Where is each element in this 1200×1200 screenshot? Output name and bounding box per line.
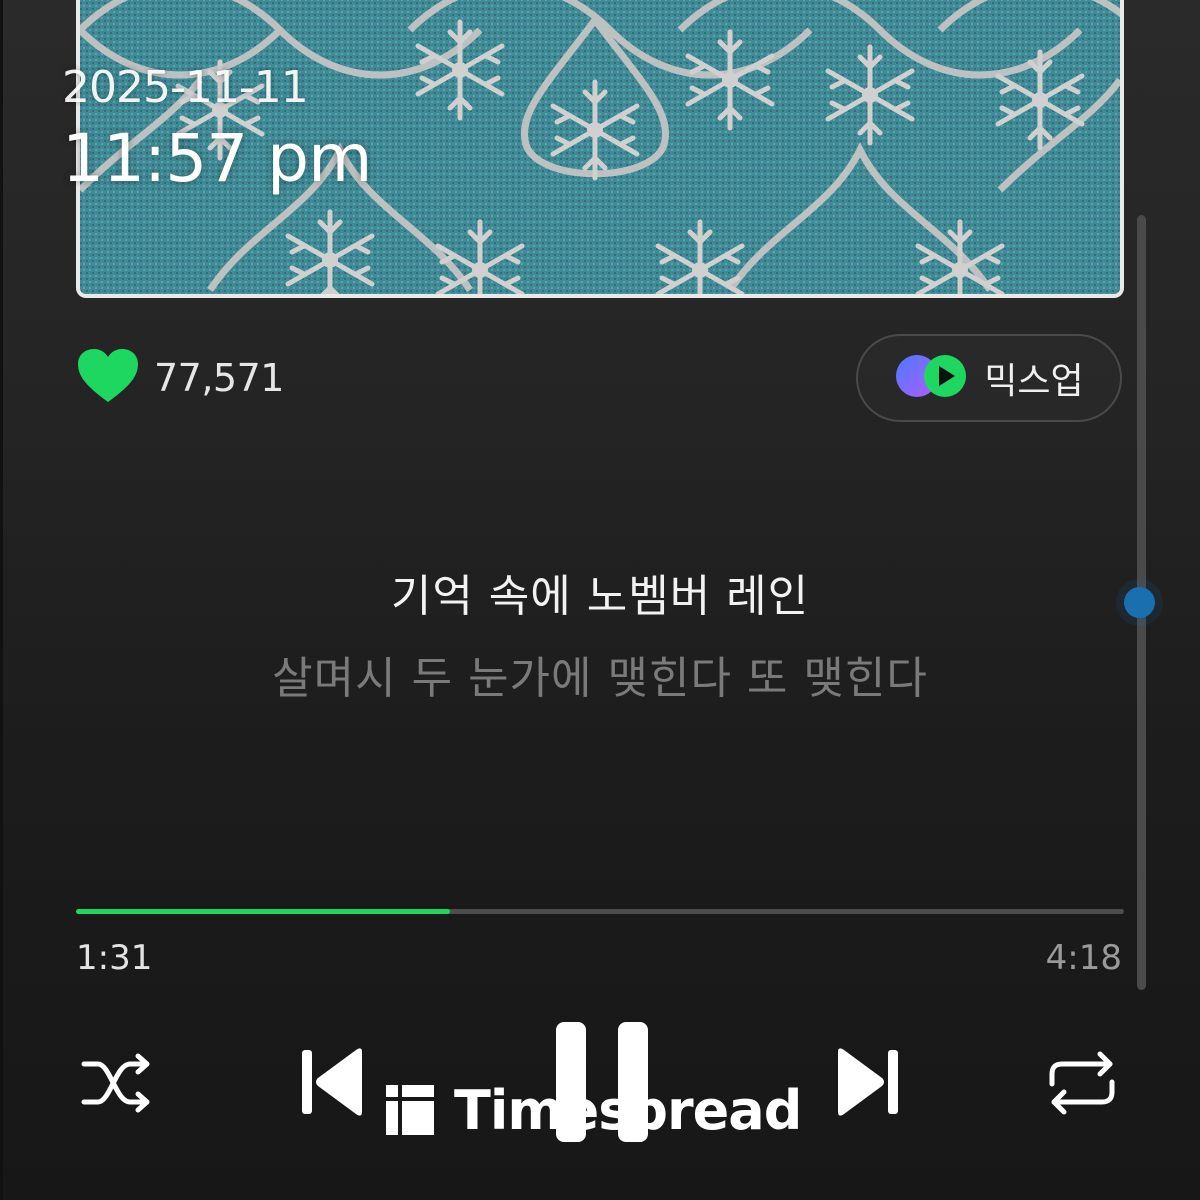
heart-icon[interactable] — [76, 348, 140, 408]
progress-bar[interactable] — [76, 909, 1124, 914]
overlay-date: 2025-11-11 — [62, 62, 309, 113]
mixup-button[interactable]: 믹스업 — [856, 334, 1122, 422]
overlay-time: 11:57 pm — [62, 120, 372, 197]
lyric-next-line[interactable]: 살며시 두 눈가에 맺힌다 또 맺힌다 — [0, 642, 1200, 706]
shuffle-icon — [81, 1053, 150, 1113]
like-row: 77,571 — [76, 348, 284, 408]
scrollbar-thumb[interactable] — [1124, 587, 1155, 618]
timespread-logo-icon — [386, 1085, 434, 1135]
repeat-button[interactable] — [1046, 1050, 1118, 1116]
watermark-text: Timespread — [454, 1078, 802, 1142]
shuffle-button[interactable] — [80, 1050, 154, 1116]
skip-previous-icon — [302, 1048, 362, 1116]
skip-next-icon — [838, 1048, 898, 1116]
previous-button[interactable] — [298, 1044, 368, 1120]
like-count: 77,571 — [154, 356, 284, 400]
mixup-icon — [894, 353, 970, 403]
lyric-current-line[interactable]: 기억 속에 노벰버 레인 — [0, 560, 1200, 624]
next-button[interactable] — [832, 1044, 902, 1120]
repeat-icon — [1049, 1051, 1115, 1115]
progress-fill — [76, 909, 451, 914]
time-elapsed: 1:31 — [76, 938, 153, 978]
mixup-label: 믹스업 — [984, 361, 1084, 402]
time-total: 4:18 — [1045, 938, 1122, 978]
watermark: Timespread — [386, 1078, 802, 1142]
